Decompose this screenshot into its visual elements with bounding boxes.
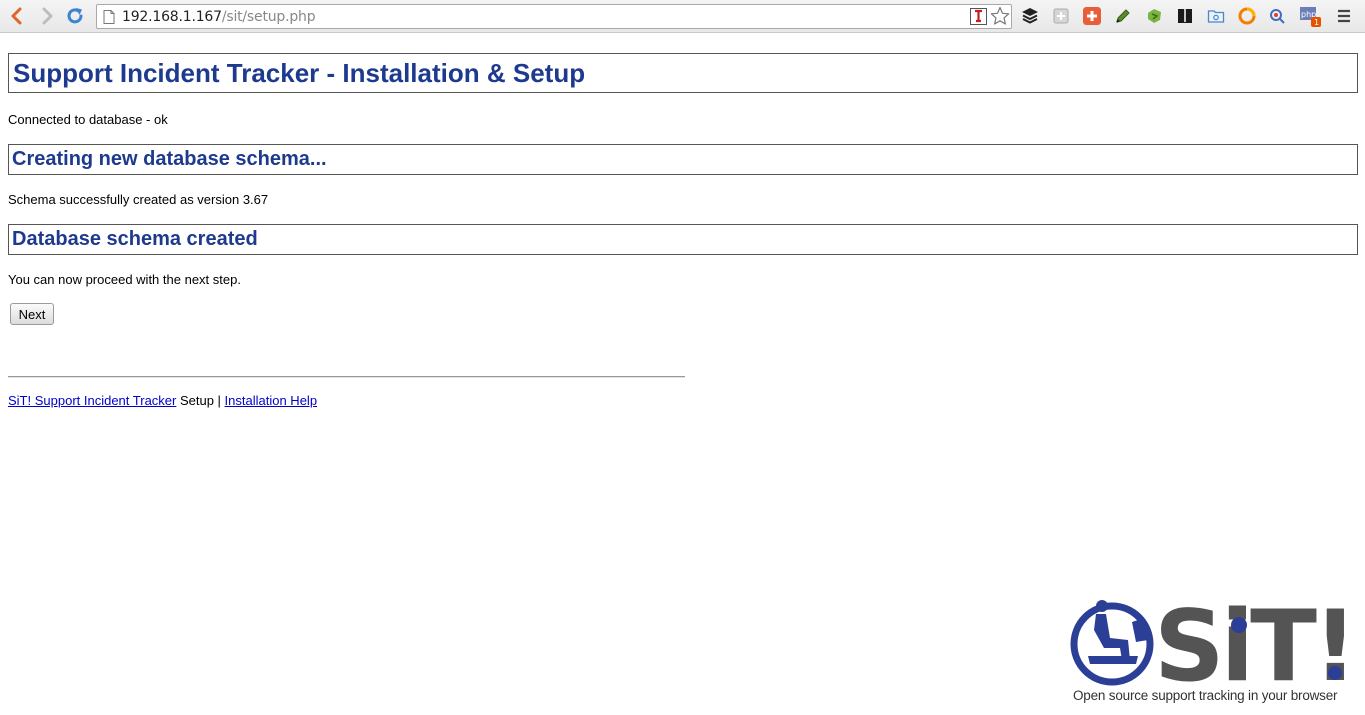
plus-icon[interactable] xyxy=(1083,7,1101,25)
menu-icon[interactable] xyxy=(1336,8,1352,24)
section-heading-creating: Creating new database schema... xyxy=(12,148,327,170)
footer-link-installation-help[interactable]: Installation Help xyxy=(225,393,318,408)
section-heading-box: Database schema created xyxy=(8,224,1358,255)
folder-icon[interactable] xyxy=(1207,7,1225,25)
url-text[interactable]: 192.168.1.167/sit/setup.php xyxy=(122,9,316,25)
evernote-icon[interactable] xyxy=(1145,7,1163,25)
footer-link-sit[interactable]: SiT! Support Incident Tracker xyxy=(8,393,176,408)
page-icon xyxy=(103,10,115,24)
pen-icon[interactable] xyxy=(1114,7,1132,25)
firebug-icon[interactable] xyxy=(1238,7,1256,25)
page-content: Support Incident Tracker - Installation … xyxy=(0,34,1365,715)
reload-icon[interactable] xyxy=(64,5,86,27)
sit-logo-graphic: SiT! xyxy=(1070,590,1358,704)
bookmark-icon[interactable] xyxy=(1176,7,1194,25)
section-heading-box: Creating new database schema... xyxy=(8,144,1358,175)
connected-message: Connected to database - ok xyxy=(8,112,168,127)
next-button[interactable]: Next xyxy=(10,303,54,325)
url-host: 192.168.1.167 xyxy=(122,9,222,25)
svg-text:1: 1 xyxy=(1314,18,1319,27)
section-heading-created: Database schema created xyxy=(12,228,258,250)
search-icon[interactable] xyxy=(1268,7,1286,25)
address-bar[interactable]: 192.168.1.167/sit/setup.php xyxy=(96,4,1012,29)
browser-toolbar: 192.168.1.167/sit/setup.php php 1 xyxy=(0,0,1365,33)
divider xyxy=(8,376,685,378)
page-title-box: Support Incident Tracker - Installation … xyxy=(8,53,1358,93)
buffer-icon[interactable] xyxy=(1021,7,1039,25)
sit-logo: SiT! Open source support tracking in you… xyxy=(1068,590,1358,715)
pin-icon[interactable] xyxy=(970,8,987,25)
star-icon[interactable] xyxy=(990,6,1010,26)
extension-icon[interactable] xyxy=(1052,7,1070,25)
schema-message: Schema successfully created as version 3… xyxy=(8,192,269,207)
logo-tagline: Open source support tracking in your bro… xyxy=(1073,688,1338,703)
php-icon[interactable]: php 1 xyxy=(1298,5,1324,29)
sit-wordmark: SiT! xyxy=(1154,600,1354,690)
url-path: /sit/setup.php xyxy=(221,9,316,25)
back-arrow-icon[interactable] xyxy=(6,5,28,27)
forward-arrow-icon[interactable] xyxy=(36,5,58,27)
page-title: Support Incident Tracker - Installation … xyxy=(13,58,586,88)
proceed-message: You can now proceed with the next step. xyxy=(8,272,241,287)
footer-setup-text: Setup | xyxy=(176,393,225,408)
footer: SiT! Support Incident Tracker Setup | In… xyxy=(8,393,317,408)
